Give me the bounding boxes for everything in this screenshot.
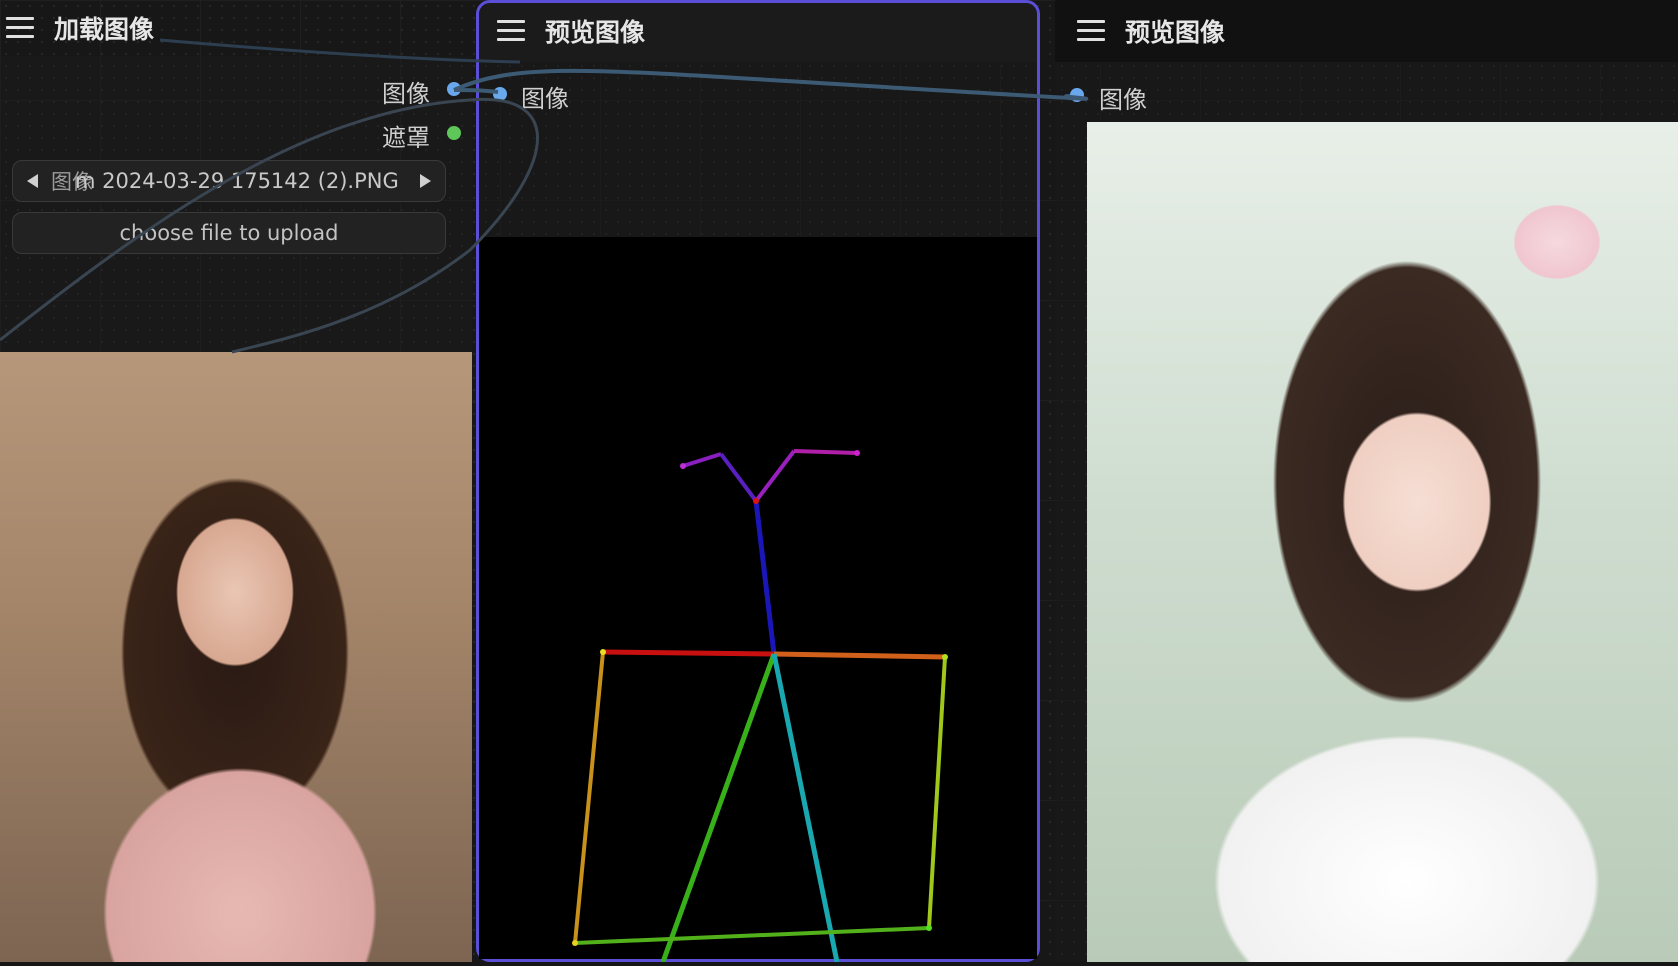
wire-image-to-preview2 bbox=[453, 68, 1089, 101]
wire-mask-loop bbox=[0, 97, 539, 354]
wire-top-long bbox=[159, 38, 521, 64]
connection-wires bbox=[0, 38, 1089, 354]
wire-image-to-preview1 bbox=[453, 88, 499, 94]
